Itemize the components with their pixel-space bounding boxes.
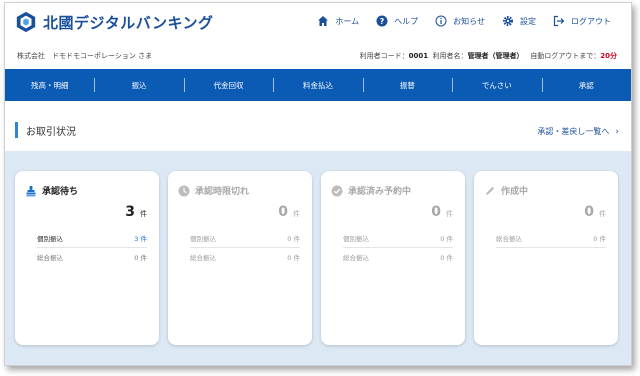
main-nav-payment[interactable]: 料金払込 bbox=[273, 69, 362, 101]
main-nav-approval[interactable]: 承認 bbox=[541, 69, 631, 101]
card-title-label: 承認時限切れ bbox=[195, 187, 250, 197]
top-nav-settings[interactable]: 設定 bbox=[502, 15, 536, 27]
card-row-label: 総合振込 bbox=[37, 254, 63, 262]
card-count-unit: 件 bbox=[293, 210, 300, 218]
card-row-value: 0 件 bbox=[134, 254, 147, 262]
top-nav-logout[interactable]: ログアウト bbox=[553, 15, 611, 27]
bank-logo-icon bbox=[16, 11, 36, 33]
card-count-unit: 件 bbox=[599, 210, 606, 218]
card-row-bulk[interactable]: 総合振込 0 件 bbox=[37, 248, 147, 266]
card-row-value: 0 件 bbox=[593, 235, 606, 243]
svg-text:?: ? bbox=[380, 17, 385, 26]
card-row-value: 0 件 bbox=[440, 254, 453, 262]
company-name: 株式会社 ドモドモコーポレーション さま bbox=[17, 52, 153, 60]
card-title-label: 承認済み予約中 bbox=[348, 187, 412, 197]
card-approved-scheduled[interactable]: 承認済み予約中 0 件 個別振込 0 件 総合振込 0 件 bbox=[321, 171, 465, 345]
user-code: 0001 bbox=[408, 52, 429, 60]
card-row-label: 総合振込 bbox=[496, 235, 522, 243]
user-info: 利用者コード：0001 利用者名：管理者（管理者） 自動ログアウトまで：20分 bbox=[360, 51, 617, 61]
card-title-label: 作成中 bbox=[501, 187, 529, 197]
pencil-icon bbox=[486, 186, 495, 195]
auto-logout-label: 自動ログアウトまで： bbox=[530, 52, 601, 60]
card-row-value: 3 件 bbox=[134, 235, 147, 243]
card-row-label: 総合振込 bbox=[343, 254, 369, 262]
card-row-value: 0 件 bbox=[287, 254, 300, 262]
stamp-icon bbox=[26, 185, 36, 196]
approval-list-link-label: 承認・差戻し一覧へ bbox=[537, 127, 610, 136]
main-nav-collection[interactable]: 代金回収 bbox=[183, 69, 273, 101]
approval-list-link[interactable]: 承認・差戻し一覧へ › bbox=[537, 126, 619, 137]
card-count: 3 件 bbox=[125, 204, 147, 220]
card-row-label: 個別振込 bbox=[37, 235, 63, 243]
card-row-bulk[interactable]: 総合振込 0 件 bbox=[190, 248, 300, 266]
section-accent-bar bbox=[15, 122, 18, 138]
top-nav-home[interactable]: ホーム bbox=[317, 15, 359, 27]
card-row-bulk[interactable]: 総合振込 0 件 bbox=[496, 229, 606, 248]
main-nav: 残高・明細 振込 代金回収 料金払込 振替 でんさい 承認 bbox=[5, 69, 631, 101]
chevron-right-icon: › bbox=[615, 126, 619, 137]
top-nav-home-label: ホーム bbox=[335, 16, 360, 26]
card-count-unit: 件 bbox=[140, 210, 147, 218]
top-nav-notices[interactable]: お知らせ bbox=[435, 15, 485, 27]
main-nav-densai[interactable]: でんさい bbox=[452, 69, 541, 101]
card-count-unit: 件 bbox=[446, 210, 453, 218]
card-count-number: 0 bbox=[278, 204, 288, 220]
main-nav-account-transfer[interactable]: 振替 bbox=[362, 69, 452, 101]
card-count-number: 0 bbox=[584, 204, 594, 220]
card-awaiting-approval[interactable]: 承認待ち 3 件 個別振込 3 件 総合振込 0 件 bbox=[15, 171, 159, 345]
top-nav-notices-label: お知らせ bbox=[453, 16, 485, 26]
logo[interactable]: 北國デジタルバンキング bbox=[15, 11, 214, 33]
logo-text: 北國デジタルバンキング bbox=[43, 13, 214, 32]
card-in-progress-title: 作成中 bbox=[484, 184, 528, 197]
card-row-value: 0 件 bbox=[287, 235, 300, 243]
card-row-label: 個別振込 bbox=[190, 235, 216, 243]
card-row-individual[interactable]: 個別振込 3 件 bbox=[37, 229, 147, 248]
user-code-label: 利用者コード： bbox=[359, 52, 409, 60]
auto-logout-timer: 20分 bbox=[600, 52, 617, 60]
card-row-individual[interactable]: 個別振込 0 件 bbox=[190, 229, 300, 248]
card-expired-approval[interactable]: 承認時限切れ 0 件 個別振込 0 件 総合振込 0 件 bbox=[168, 171, 312, 345]
section-title: お取引状況 bbox=[26, 126, 76, 138]
card-approved-scheduled-title: 承認済み予約中 bbox=[331, 184, 411, 197]
card-count-number: 0 bbox=[431, 204, 441, 220]
card-count: 0 件 bbox=[584, 204, 606, 220]
top-nav: ホーム ? ヘルプ お知らせ 設定 ログアウト bbox=[300, 15, 611, 27]
main-nav-transfer[interactable]: 振込 bbox=[94, 69, 183, 101]
top-nav-logout-label: ログアウト bbox=[571, 16, 611, 26]
card-awaiting-approval-title: 承認待ち bbox=[25, 184, 78, 197]
user-name-label: 利用者名： bbox=[432, 52, 468, 60]
info-icon bbox=[435, 15, 447, 27]
check-circle-icon bbox=[331, 185, 343, 196]
user-name: 管理者（管理者） bbox=[467, 52, 524, 60]
transaction-status-panel: 承認待ち 3 件 個別振込 3 件 総合振込 0 件 承認時限切れ 0 件 個別… bbox=[5, 151, 631, 365]
card-in-progress[interactable]: 作成中 0 件 総合振込 0 件 bbox=[474, 171, 618, 345]
card-row-individual[interactable]: 個別振込 0 件 bbox=[343, 229, 453, 248]
section-header: お取引状況 bbox=[15, 121, 76, 139]
card-count: 0 件 bbox=[278, 204, 300, 220]
help-icon: ? bbox=[376, 15, 388, 27]
card-row-bulk[interactable]: 総合振込 0 件 bbox=[343, 248, 453, 266]
user-info-row: 株式会社 ドモドモコーポレーション さま 利用者コード：0001 利用者名：管理… bbox=[17, 51, 617, 63]
app-window: 北國デジタルバンキング ホーム ? ヘルプ お知らせ 設定 ログアウト 株式会社… bbox=[4, 2, 632, 366]
gear-icon bbox=[503, 16, 513, 26]
card-row-label: 総合振込 bbox=[190, 254, 216, 262]
home-icon bbox=[318, 16, 329, 26]
top-nav-help-label: ヘルプ bbox=[394, 16, 419, 26]
card-count: 0 件 bbox=[431, 204, 453, 220]
card-row-label: 個別振込 bbox=[343, 235, 369, 243]
card-count-number: 3 bbox=[125, 204, 135, 220]
logout-icon bbox=[553, 15, 565, 27]
main-nav-balance[interactable]: 残高・明細 bbox=[5, 69, 94, 101]
top-nav-help[interactable]: ? ヘルプ bbox=[376, 15, 418, 27]
card-title-label: 承認待ち bbox=[42, 187, 79, 197]
card-expired-approval-title: 承認時限切れ bbox=[178, 184, 249, 197]
card-row-value: 0 件 bbox=[440, 235, 453, 243]
clock-icon bbox=[178, 185, 190, 196]
top-nav-settings-label: 設定 bbox=[520, 16, 536, 26]
